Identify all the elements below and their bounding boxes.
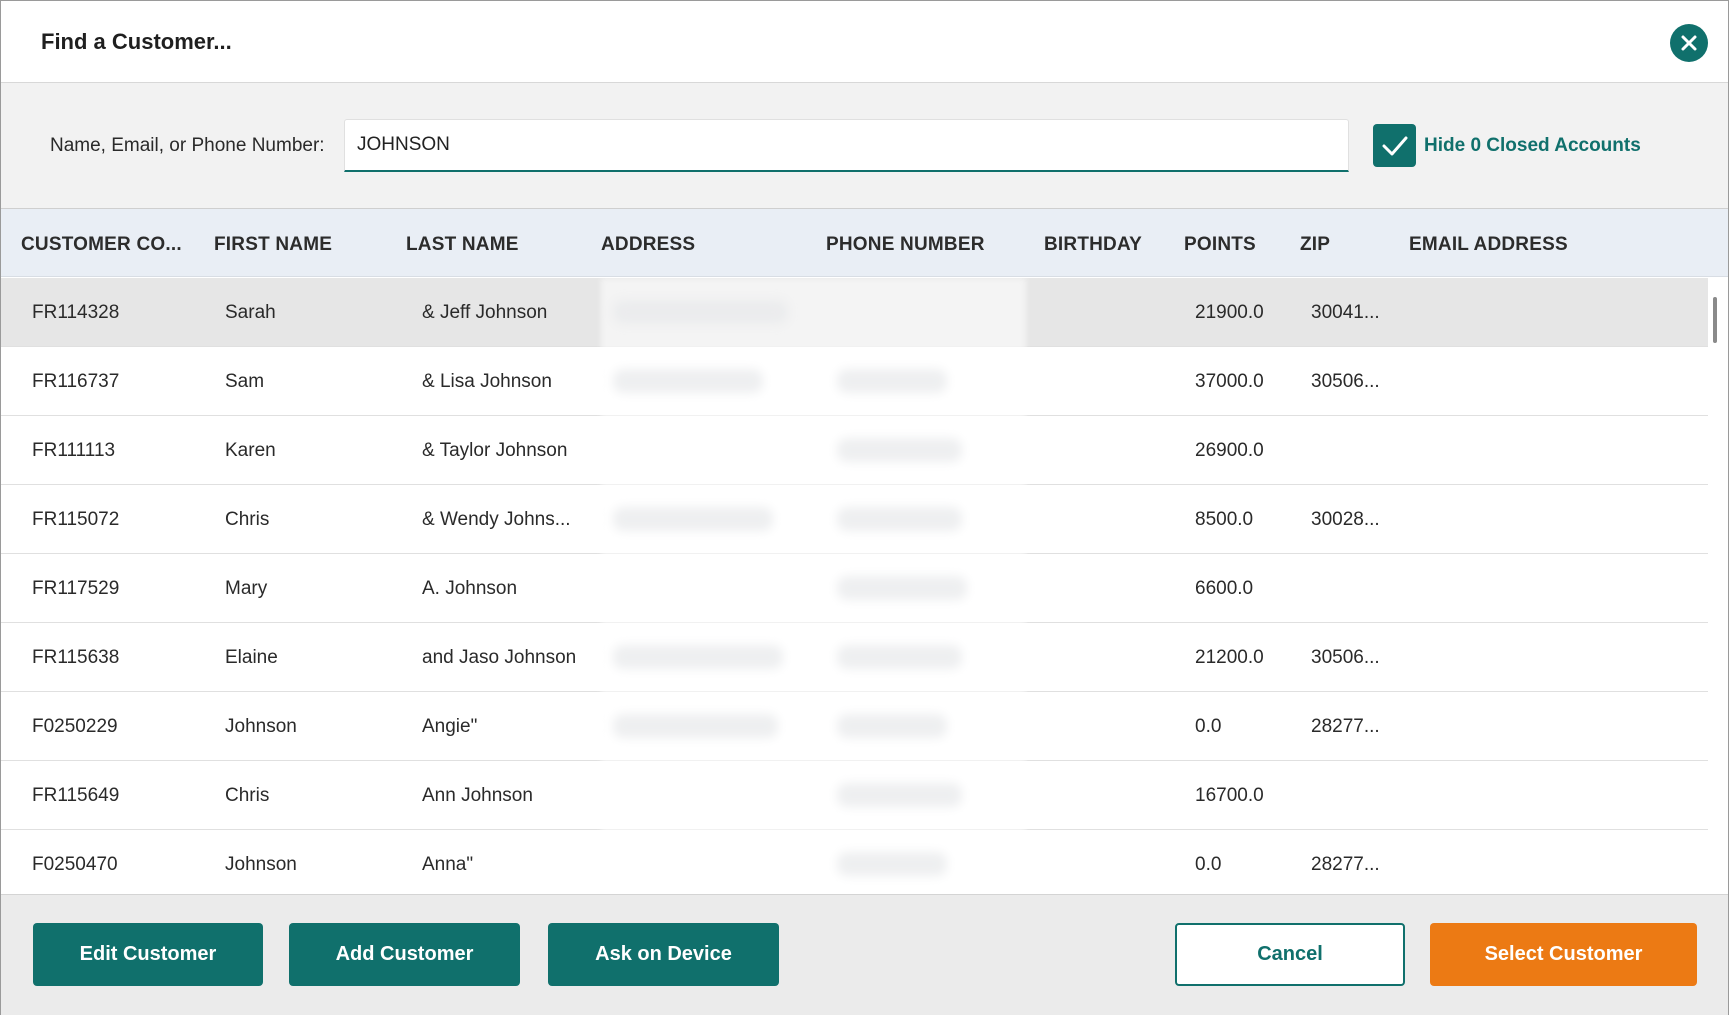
cell-first-name: Johnson xyxy=(225,716,297,737)
table-row[interactable]: FR114328 Sarah & Jeff Johnson 21900.0 30041.… xyxy=(1,278,1708,347)
table-row[interactable]: FR111113 Karen & Taylor Johnson 26900.0 xyxy=(1,416,1708,485)
column-header-first-name[interactable]: FIRST NAME xyxy=(214,234,332,256)
column-header-phone-number[interactable]: PHONE NUMBER xyxy=(826,234,985,256)
cell-points: 37000.0 xyxy=(1195,371,1264,392)
cell-first-name: Chris xyxy=(225,785,270,806)
cell-customer-code: FR114328 xyxy=(32,302,120,323)
dialog-header: Find a Customer... xyxy=(1,1,1728,83)
edit-customer-button[interactable]: Edit Customer xyxy=(33,923,263,986)
cell-points: 26900.0 xyxy=(1195,440,1264,461)
column-header-birthday[interactable]: BIRTHDAY xyxy=(1044,234,1142,256)
redacted-phone-number xyxy=(837,576,967,600)
cell-points: 21900.0 xyxy=(1195,302,1264,323)
table-row[interactable]: FR115638 Elaine and Jaso Johnson 21200.0 305… xyxy=(1,623,1708,692)
find-customer-dialog: Find a Customer... Name, Email, or Phone… xyxy=(0,0,1729,1015)
cell-last-name: A. Johnson xyxy=(422,578,518,599)
redacted-phone-number xyxy=(837,369,947,393)
cell-zip: 30041... xyxy=(1311,302,1380,323)
cell-customer-code: F0250470 xyxy=(32,854,118,875)
checkmark-icon xyxy=(1382,136,1407,155)
redacted-address xyxy=(613,369,763,393)
cell-last-name: Angie" xyxy=(422,716,478,737)
cell-first-name: Karen xyxy=(225,440,276,461)
cell-last-name: & Taylor Johnson xyxy=(422,440,568,461)
cell-points: 6600.0 xyxy=(1195,578,1254,599)
cell-zip: 30028... xyxy=(1311,509,1380,530)
redacted-address xyxy=(613,507,773,531)
redacted-address xyxy=(613,645,783,669)
search-label: Name, Email, or Phone Number: xyxy=(50,135,325,156)
dialog-title: Find a Customer... xyxy=(41,29,232,54)
cell-last-name: & Wendy Johns... xyxy=(422,509,571,530)
cell-zip: 28277... xyxy=(1311,854,1380,875)
cell-zip: 30506... xyxy=(1311,371,1380,392)
redacted-phone-number xyxy=(837,438,962,462)
column-header-customer-code[interactable]: CUSTOMER CO... xyxy=(21,234,182,256)
column-header-zip[interactable]: ZIP xyxy=(1300,234,1330,256)
cell-last-name: and Jaso Johnson xyxy=(422,647,577,668)
ask-on-device-button[interactable]: Ask on Device xyxy=(548,923,779,986)
table-row[interactable]: F0250229 Johnson Angie" 0.0 28277... xyxy=(1,692,1708,761)
column-header-last-name[interactable]: LAST NAME xyxy=(406,234,519,256)
cell-points: 16700.0 xyxy=(1195,785,1264,806)
customer-table-body: FR114328 Sarah & Jeff Johnson 21900.0 30041.… xyxy=(1,278,1708,894)
column-header-email-address[interactable]: EMAIL ADDRESS xyxy=(1409,234,1568,256)
redacted-address xyxy=(613,714,778,738)
column-header-points[interactable]: POINTS xyxy=(1184,234,1256,256)
cell-points: 0.0 xyxy=(1195,854,1222,875)
search-bar: Name, Email, or Phone Number: Hide 0 Clo… xyxy=(1,83,1728,209)
cell-points: 0.0 xyxy=(1195,716,1222,737)
cell-first-name: Johnson xyxy=(225,854,297,875)
cell-first-name: Sarah xyxy=(225,302,276,323)
cell-first-name: Mary xyxy=(225,578,268,599)
redacted-phone-number xyxy=(837,645,962,669)
cell-points: 8500.0 xyxy=(1195,509,1254,530)
cell-zip: 30506... xyxy=(1311,647,1380,668)
search-input[interactable] xyxy=(344,119,1349,172)
cell-customer-code: FR115638 xyxy=(32,647,120,668)
redacted-phone-number xyxy=(837,783,962,807)
cell-customer-code: FR111113 xyxy=(32,440,116,461)
cell-last-name: & Lisa Johnson xyxy=(422,371,552,392)
cell-customer-code: FR115649 xyxy=(32,785,120,806)
cell-first-name: Sam xyxy=(225,371,265,392)
column-header-address[interactable]: ADDRESS xyxy=(601,234,695,256)
scrollbar-thumb[interactable] xyxy=(1713,297,1717,343)
select-customer-button[interactable]: Select Customer xyxy=(1430,923,1697,986)
hide-closed-checkbox[interactable] xyxy=(1373,124,1416,167)
add-customer-button[interactable]: Add Customer xyxy=(289,923,520,986)
hide-closed-label[interactable]: Hide 0 Closed Accounts xyxy=(1424,135,1641,157)
cell-first-name: Chris xyxy=(225,509,270,530)
dialog-footer: Edit Customer Add Customer Ask on Device… xyxy=(1,894,1728,1015)
table-row[interactable]: FR116737 Sam & Lisa Johnson 37000.0 30506... xyxy=(1,347,1708,416)
cell-points: 21200.0 xyxy=(1195,647,1264,668)
close-button[interactable] xyxy=(1670,24,1708,62)
cell-last-name: & Jeff Johnson xyxy=(422,302,548,323)
cell-last-name: Anna" xyxy=(422,854,474,875)
redacted-phone-number xyxy=(837,507,962,531)
cell-last-name: Ann Johnson xyxy=(422,785,533,806)
cancel-button[interactable]: Cancel xyxy=(1175,923,1405,986)
table-row[interactable]: FR117529 Mary A. Johnson 6600.0 xyxy=(1,554,1708,623)
cell-customer-code: FR115072 xyxy=(32,509,120,530)
close-icon xyxy=(1681,35,1697,51)
table-row[interactable]: F0250470 Johnson Anna" 0.0 28277... xyxy=(1,830,1708,894)
table-header: CUSTOMER CO... FIRST NAME LAST NAME ADDR… xyxy=(1,209,1728,277)
cell-customer-code: F0250229 xyxy=(32,716,118,737)
cell-zip: 28277... xyxy=(1311,716,1380,737)
cell-customer-code: FR117529 xyxy=(32,578,120,599)
redacted-phone-number xyxy=(837,714,947,738)
redacted-address xyxy=(613,300,788,324)
table-row[interactable]: FR115649 Chris Ann Johnson 16700.0 xyxy=(1,761,1708,830)
table-row[interactable]: FR115072 Chris & Wendy Johns... 8500.0 30028… xyxy=(1,485,1708,554)
cell-first-name: Elaine xyxy=(225,647,278,668)
redacted-phone-number xyxy=(837,852,947,876)
cell-customer-code: FR116737 xyxy=(32,371,120,392)
